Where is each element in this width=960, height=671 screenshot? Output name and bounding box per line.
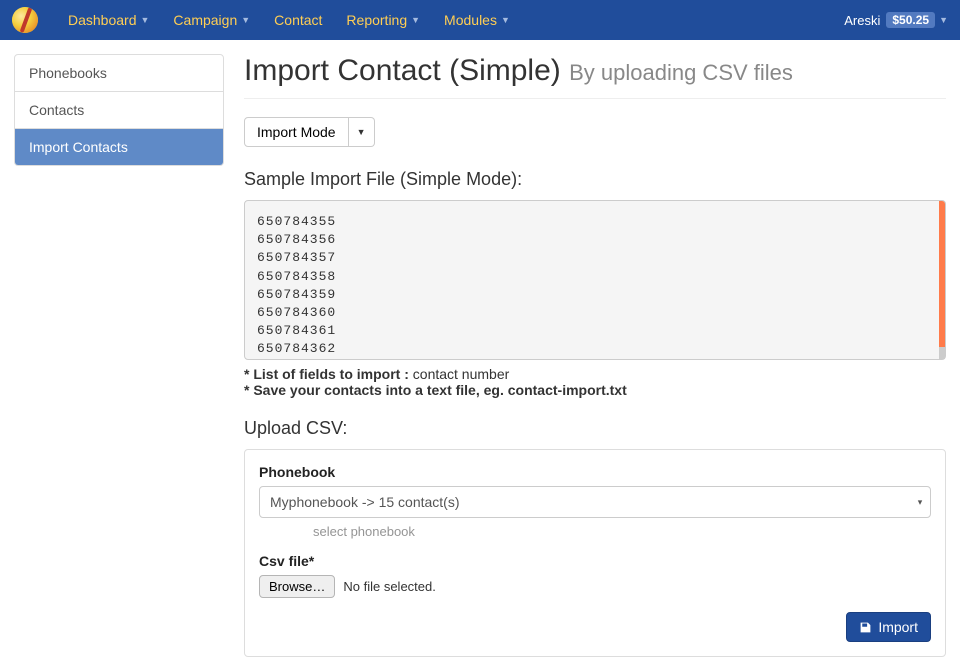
nav-username[interactable]: Areski (844, 13, 886, 28)
import-button-label: Import (878, 619, 918, 635)
nav-item-label: Contact (274, 12, 322, 28)
caret-down-icon: ▼ (141, 15, 150, 25)
csv-file-label: Csv file* (259, 553, 931, 569)
nav-item-label: Modules (444, 12, 497, 28)
import-mode-button[interactable]: Import Mode (244, 117, 349, 147)
sidebar-item-import-contacts[interactable]: Import Contacts (15, 129, 223, 165)
browse-button[interactable]: Browse… (259, 575, 335, 598)
caret-down-icon[interactable]: ▼ (939, 15, 948, 25)
sample-scrollbar[interactable] (939, 201, 945, 359)
helper-line-1: * List of fields to import : contact num… (244, 366, 946, 382)
phonebook-select-wrap: Myphonebook -> 15 contact(s) ▾ (259, 486, 931, 518)
app-logo-icon[interactable] (12, 7, 38, 33)
page-subtitle: By uploading CSV files (569, 60, 793, 85)
nav-campaign[interactable]: Campaign ▼ (161, 0, 262, 40)
phonebook-label: Phonebook (259, 464, 931, 480)
phonebook-hint: select phonebook (259, 524, 931, 539)
sidebar: Phonebooks Contacts Import Contacts (14, 54, 224, 657)
sidebar-list: Phonebooks Contacts Import Contacts (14, 54, 224, 166)
nav-item-label: Campaign (173, 12, 237, 28)
sample-heading: Sample Import File (Simple Mode): (244, 169, 946, 190)
nav-contact[interactable]: Contact (262, 0, 334, 40)
phonebook-select[interactable]: Myphonebook -> 15 contact(s) (259, 486, 931, 518)
nav-right: Areski $50.25 ▼ (844, 12, 948, 28)
nav-modules[interactable]: Modules ▼ (432, 0, 522, 40)
caret-down-icon: ▼ (241, 15, 250, 25)
import-mode-dropdown-toggle[interactable]: ▼ (349, 117, 375, 147)
main-content: Import Contact (Simple) By uploading CSV… (244, 54, 946, 657)
page-title-text: Import Contact (Simple) (244, 54, 561, 87)
page-container: Phonebooks Contacts Import Contacts Impo… (0, 40, 960, 671)
nav-left: Dashboard ▼ Campaign ▼ Contact Reporting… (12, 0, 522, 40)
helper-line-1-bold: * List of fields to import : (244, 366, 409, 382)
import-mode-group: Import Mode ▼ (244, 117, 375, 147)
sidebar-item-phonebooks[interactable]: Phonebooks (15, 55, 223, 92)
nav-item-label: Reporting (346, 12, 407, 28)
import-button[interactable]: Import (846, 612, 931, 642)
nav-item-label: Dashboard (68, 12, 137, 28)
page-title: Import Contact (Simple) By uploading CSV… (244, 54, 946, 99)
file-status: No file selected. (343, 579, 436, 594)
top-navbar: Dashboard ▼ Campaign ▼ Contact Reporting… (0, 0, 960, 40)
sidebar-item-label: Import Contacts (29, 139, 128, 155)
caret-down-icon: ▼ (411, 15, 420, 25)
upload-heading: Upload CSV: (244, 418, 946, 439)
nav-reporting[interactable]: Reporting ▼ (334, 0, 432, 40)
sample-file-content: 650784355 650784356 650784357 650784358 … (244, 200, 946, 360)
nav-dashboard[interactable]: Dashboard ▼ (56, 0, 161, 40)
caret-down-icon: ▼ (357, 127, 366, 137)
upload-panel: Phonebook Myphonebook -> 15 contact(s) ▾… (244, 449, 946, 657)
sidebar-item-label: Contacts (29, 102, 84, 118)
helper-line-2-bold: * Save your contacts into a text file, e… (244, 382, 627, 398)
sidebar-item-label: Phonebooks (29, 65, 107, 81)
sidebar-item-contacts[interactable]: Contacts (15, 92, 223, 129)
helper-line-2: * Save your contacts into a text file, e… (244, 382, 946, 398)
helper-line-1-rest: contact number (409, 366, 509, 382)
nav-balance-badge[interactable]: $50.25 (886, 12, 935, 28)
panel-actions: Import (259, 612, 931, 642)
save-icon (859, 621, 872, 634)
file-input-row: Browse… No file selected. (259, 575, 931, 598)
sample-wrap: 650784355 650784356 650784357 650784358 … (244, 200, 946, 360)
caret-down-icon: ▼ (501, 15, 510, 25)
